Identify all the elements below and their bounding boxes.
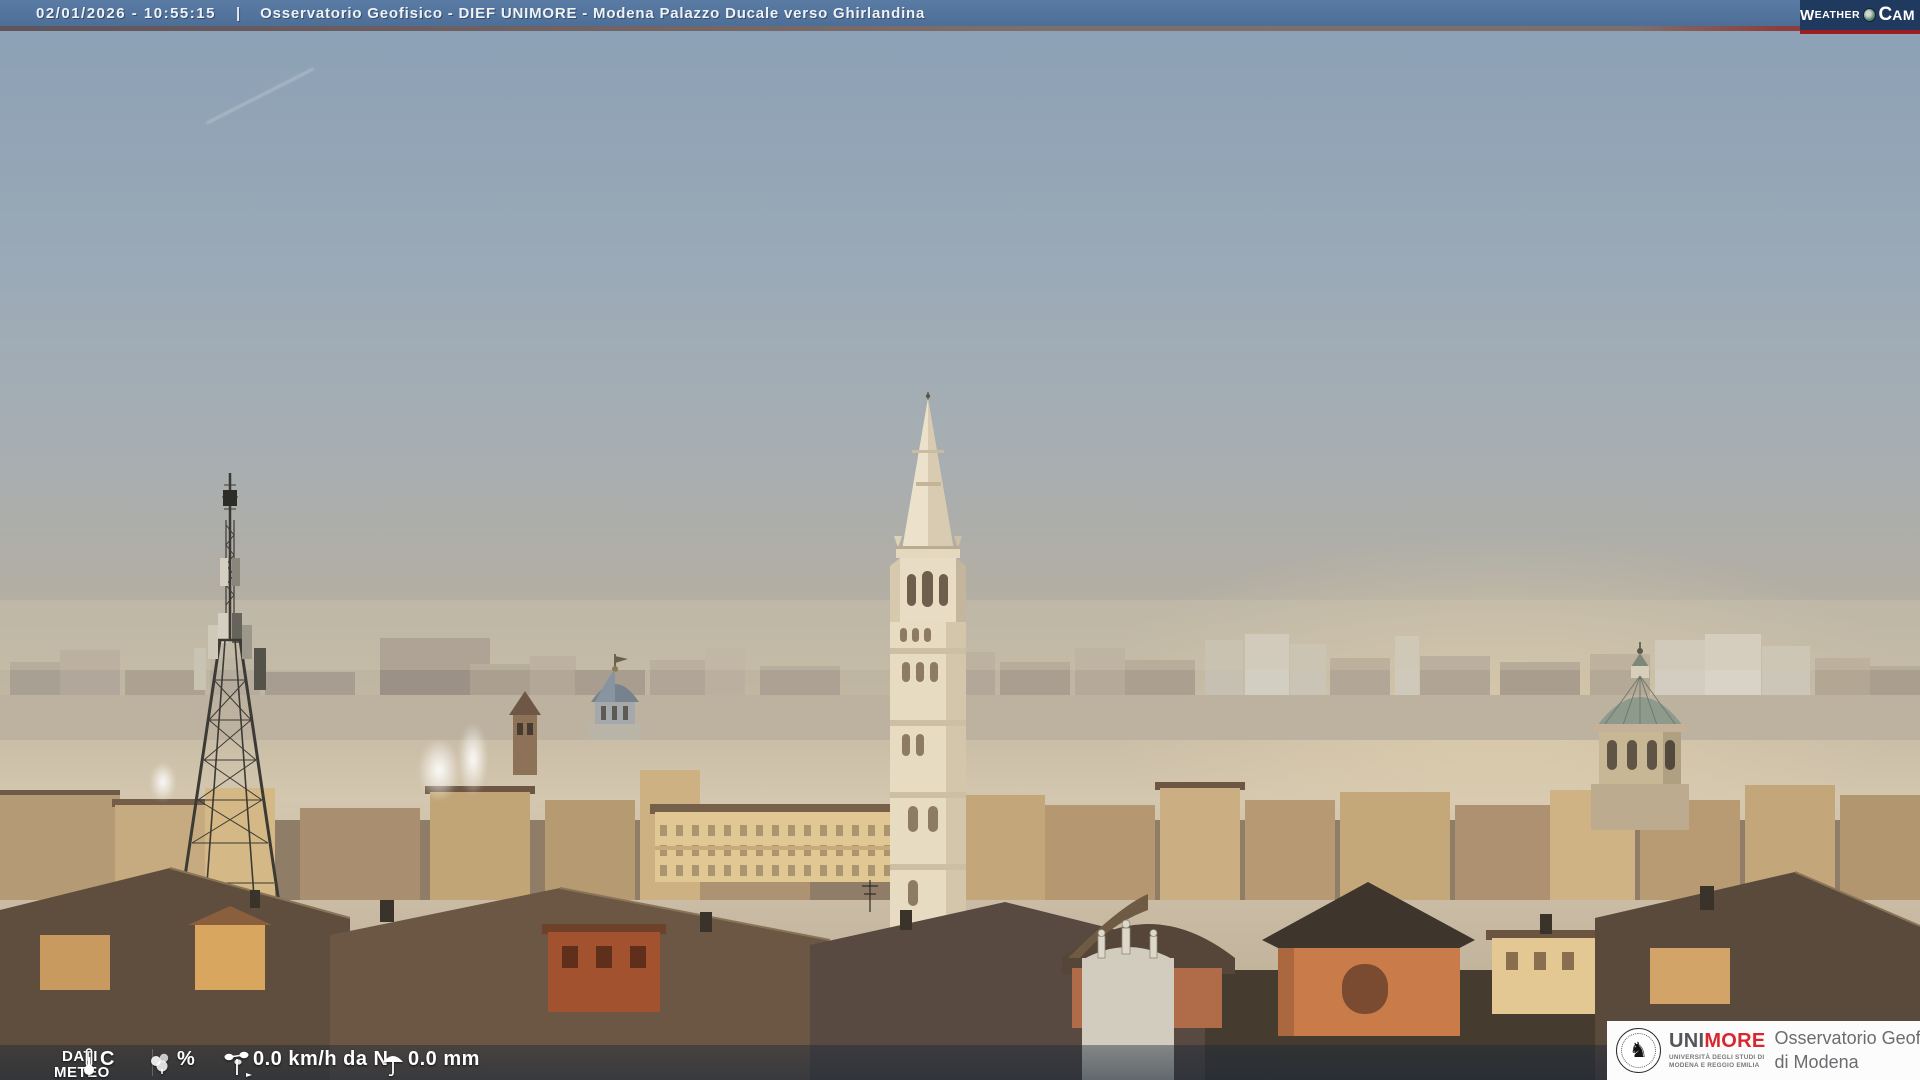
weathercam-red-strip	[1800, 30, 1920, 34]
webcam-frame: 02/01/2026 - 10:55:15 | Osservatorio Geo…	[0, 0, 1920, 1080]
small-dome	[589, 654, 641, 740]
university-line2: MODENA E REGGIO EMILIA	[1669, 1062, 1760, 1069]
osd-separator: |	[235, 4, 241, 22]
wind-value: 0.0 km/h da N	[253, 1048, 389, 1070]
dati-meteo-label: DATI METEO	[54, 1048, 110, 1080]
unimore-seal-icon: ♞	[1616, 1028, 1661, 1073]
university-line1: UNIVERSITÀ DEGLI STUDI DI	[1669, 1054, 1765, 1061]
weathercam-word-weather: W	[1800, 6, 1815, 24]
temperature-value: C	[100, 1048, 115, 1070]
unimore-wordmark: UNIMORE UNIVERSITÀ DEGLI STUDI DI MODENA…	[1669, 1030, 1766, 1069]
rain-value: 0.0 mm	[408, 1048, 480, 1070]
osd-datetime: 02/01/2026 - 10:55:15	[36, 4, 216, 22]
weathercam-word-cam: C	[1878, 4, 1893, 25]
smoke-plume	[418, 738, 460, 802]
unimore-logo[interactable]: ♞ UNIMORE UNIVERSITÀ DEGLI STUDI DI MODE…	[1607, 1021, 1920, 1080]
umbrella-icon	[383, 1056, 403, 1077]
humidity-icon	[151, 1053, 169, 1074]
camera-lens-icon	[1863, 8, 1877, 22]
smoke-plume	[458, 722, 488, 796]
thermometer-icon	[84, 1048, 94, 1075]
osd-bar-trim	[0, 26, 1920, 31]
weathercam-logo[interactable]: W EATHER C AM	[1800, 0, 1920, 30]
osd-top-bar: 02/01/2026 - 10:55:15 | Osservatorio Geo…	[0, 0, 1920, 26]
osd-title: Osservatorio Geofisico - DIEF UNIMORE - …	[260, 4, 926, 22]
observatory-name: Osservatorio Geofisico di Modena	[1774, 1028, 1920, 1072]
campanile	[509, 691, 541, 775]
anemometer-icon	[224, 1051, 252, 1077]
humidity-value: %	[177, 1048, 196, 1070]
church-dome	[1591, 642, 1689, 830]
